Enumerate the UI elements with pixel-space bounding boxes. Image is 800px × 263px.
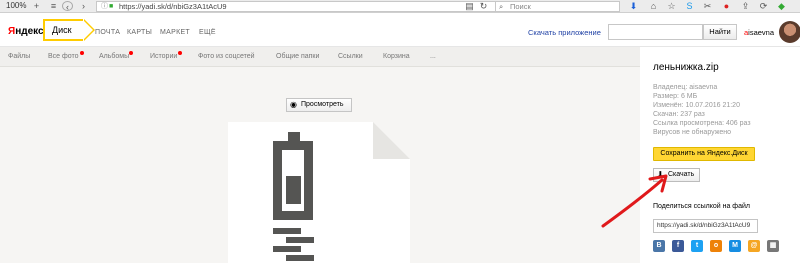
downloads-icon[interactable]: ⬇ (628, 1, 639, 11)
find-button[interactable]: Найти (703, 24, 737, 40)
nav-mail[interactable]: ПОЧТА (95, 29, 120, 36)
subnav-albums[interactable]: Альбомы (99, 53, 129, 60)
disk-subnav: Файлы Все фото Альбомы Истории Фото из с… (0, 47, 640, 67)
browser-search-placeholder: Поиск (510, 2, 531, 11)
twitter-icon[interactable]: t (691, 240, 703, 252)
disk-label: Диск (52, 25, 72, 35)
qr-icon[interactable]: ▦ (767, 240, 779, 252)
nav-maps[interactable]: КАРТЫ (127, 29, 152, 36)
file-name: леньнижка.zip (653, 62, 719, 73)
sync-icon[interactable]: ⟳ (758, 1, 769, 11)
annotation-arrow (601, 174, 668, 228)
new-indicator (178, 51, 182, 55)
meta-size: Размер: 6 МБ (653, 93, 698, 100)
facebook-icon[interactable]: f (672, 240, 684, 252)
bookmark-icon[interactable]: ☆ (666, 1, 677, 11)
zoom-level[interactable]: 100% (6, 1, 26, 10)
email-icon[interactable]: @ (748, 240, 760, 252)
lock-icon: ■ (109, 3, 114, 10)
meta-virus-check: Вирусов не обнаружено (653, 129, 732, 136)
address-bar[interactable]: ⓘ ■ https://yadi.sk/d/nbiGz3A1tAcU9 (96, 1, 496, 12)
info-icon: ⓘ (101, 3, 108, 10)
search-icon: ⌕ (499, 2, 504, 11)
site-header: Яндекс Диск ПОЧТА КАРТЫ МАРКЕТ ЕЩЁ Скача… (0, 13, 800, 47)
eye-icon: ◉ (290, 100, 297, 109)
meta-views: Ссылка просмотрена: 406 раз (653, 120, 751, 127)
share-icon[interactable]: ⇪ (740, 1, 751, 11)
reader-icon[interactable]: ▤ (464, 1, 475, 11)
logo-rest: ндекс (15, 26, 44, 37)
file-info-panel: леньнижка.zip Владелец: aisaevna Размер:… (640, 47, 800, 263)
search-input[interactable] (608, 24, 703, 40)
forward-icon[interactable]: › (78, 1, 89, 11)
new-indicator (80, 51, 84, 55)
screenshot-icon[interactable]: ✂ (702, 1, 713, 11)
download-app-link[interactable]: Скачать приложение (528, 28, 601, 37)
adblock-icon[interactable]: ● (721, 1, 732, 11)
odnoklassniki-icon[interactable]: о (710, 240, 722, 252)
disk-logo[interactable]: Диск (43, 19, 95, 41)
home-icon[interactable]: ⌂ (648, 1, 659, 11)
zip-file-icon (228, 122, 410, 263)
preview-button-label: Просмотреть (301, 101, 344, 108)
subnav-more[interactable]: ... (430, 53, 436, 60)
user-name-rest: isaevna (748, 28, 775, 37)
skype-icon[interactable]: S (684, 1, 695, 11)
meta-owner: Владелец: aisaevna (653, 84, 718, 91)
vk-icon[interactable]: В (653, 240, 665, 252)
menu-icon[interactable]: ≡ (48, 1, 59, 11)
new-indicator (129, 51, 133, 55)
extension-icon[interactable]: ◆ (776, 1, 787, 11)
subnav-stories[interactable]: Истории (150, 53, 177, 60)
subnav-trash[interactable]: Корзина (383, 53, 410, 60)
avatar[interactable] (779, 21, 800, 43)
subnav-all-photos[interactable]: Все фото (48, 53, 79, 60)
user-name[interactable]: aisaevna (744, 28, 774, 37)
subnav-files[interactable]: Файлы (8, 53, 30, 60)
meta-downloads: Скачан: 237 раз (653, 111, 705, 118)
meta-modified: Изменён: 10.07.2016 21:20 (653, 102, 740, 109)
browser-search[interactable]: ⌕ Поиск (495, 1, 620, 12)
subnav-links[interactable]: Ссылки (338, 53, 363, 60)
nav-more[interactable]: ЕЩЁ (199, 29, 216, 36)
mailru-icon[interactable]: М (729, 240, 741, 252)
url-text: https://yadi.sk/d/nbiGz3A1tAcU9 (119, 2, 227, 11)
reload-icon[interactable]: ↻ (478, 1, 489, 11)
zoom-in-icon[interactable]: + (31, 1, 42, 11)
back-icon[interactable]: ‹ (62, 1, 73, 12)
preview-button[interactable]: ◉ Просмотреть (286, 98, 352, 112)
yandex-logo[interactable]: Яндекс (8, 26, 44, 37)
subnav-shared-folders[interactable]: Общие папки (276, 53, 319, 60)
nav-market[interactable]: МАРКЕТ (160, 29, 190, 36)
browser-toolbar: 100% + ≡ ‹ › ⓘ ■ https://yadi.sk/d/nbiGz… (0, 0, 800, 13)
subnav-social-photos[interactable]: Фото из соцсетей (198, 53, 255, 60)
save-to-disk-button[interactable]: Сохранить на Яндекс.Диск (653, 147, 755, 161)
